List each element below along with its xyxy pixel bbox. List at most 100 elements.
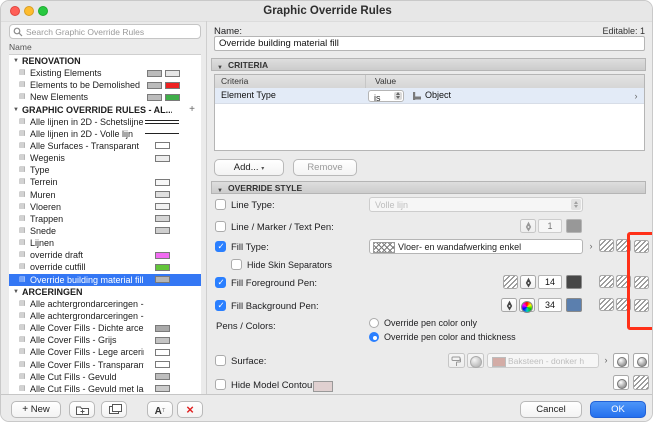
list-item[interactable]: ▤ Vloeren [9,201,201,213]
fill-background-pen-checkbox[interactable] [215,300,226,311]
new-rule-button[interactable]: + New [11,401,61,418]
list-item[interactable]: ▤ override cutfill [9,261,201,273]
radio-pen-color-thickness-label[interactable]: Override pen color and thickness [384,332,516,342]
fill-type-select[interactable]: Vloer- en wandafwerking enkel [369,239,583,254]
disclosure-triangle-icon[interactable]: ▼ [13,286,19,298]
list-group-header[interactable]: ▼ RENOVATION [9,55,201,67]
disclosure-triangle-icon[interactable]: ▼ [13,55,19,67]
fill-pickup-icon-button[interactable] [616,298,631,311]
list-item[interactable]: ▤ Wegenis [9,152,201,164]
surface-sphere-button[interactable] [467,353,484,368]
list-item[interactable]: ▤ Alle Cover Fills - Dichte arcering [9,322,201,334]
line-pen-number-field[interactable]: 1 [538,219,562,233]
list-item[interactable]: ▤ Alle Cover Fills - Transparant [9,359,201,371]
hide-skin-separators-checkbox[interactable] [231,259,242,270]
drill-arrow-icon[interactable]: › [630,89,642,103]
fill-type-checkbox[interactable] [215,241,226,252]
list-item[interactable]: ▤ Lijnen [9,237,201,249]
remove-criteria-button[interactable]: Remove [293,159,357,176]
search-input[interactable] [9,24,201,39]
fill-override-highlighted-icon-button[interactable] [634,240,649,253]
line-pen-color-swatch[interactable] [566,219,582,233]
rule-name-input[interactable] [214,36,645,51]
criteria-section-header[interactable]: ▼ CRITERIA [211,58,646,71]
pen-picker-button[interactable] [520,275,536,289]
fill-transfer-icon-button[interactable] [599,275,614,288]
list-item[interactable]: ▤ Alle achtergrondarceringen - Wind... [9,310,201,322]
drill-arrow-icon[interactable]: › [585,241,597,251]
list-item[interactable]: ▤ Alle Cover Fills - Grijs [9,334,201,346]
list-item[interactable]: ▤ Trappen [9,213,201,225]
list-item[interactable]: ▤ Snede [9,225,201,237]
list-item[interactable]: ▤ Alle achtergrondarceringen - Trans... [9,298,201,310]
fill-foreground-pen-color-swatch[interactable] [566,275,582,289]
add-criteria-button[interactable]: Add... ▾ [214,159,284,176]
contour-pickup-icon-button[interactable] [633,375,649,390]
pen-picker-button[interactable] [520,219,536,233]
disclosure-triangle-icon[interactable]: ▼ [13,104,19,116]
list-item[interactable]: ▤ Alle Surfaces - Transparant [9,140,201,152]
list-item[interactable]: ▤ Alle lijnen in 2D - Schetslijnen [9,116,201,128]
fill-background-pen-color-swatch[interactable] [566,298,582,312]
fill-foreground-pen-number-field[interactable]: 14 [538,275,562,289]
name-column-header[interactable]: Name [9,42,201,53]
new-folder-button[interactable] [69,401,95,418]
rules-list: ▼ RENOVATION ▤ Existing Elements ▤ Elements t… [9,54,201,396]
line-type-select[interactable]: Volle lijn [369,197,583,212]
list-item[interactable]: ▤ Type [9,164,201,176]
fill-foreground-pen-checkbox[interactable] [215,277,226,288]
list-item[interactable]: ▤ Muren [9,189,201,201]
fill-swatch [155,263,170,271]
delete-icon: × [186,402,194,417]
list-item[interactable]: ▤ Existing Elements [9,67,201,79]
radio-pen-color-only-label[interactable]: Override pen color only [384,318,477,328]
list-item[interactable]: ▤ Terrein [9,176,201,188]
ok-button[interactable]: OK [590,401,646,418]
surface-select[interactable]: Baksteen - donker halfsteens [487,353,599,368]
criteria-field: Element Type [221,90,276,100]
rule-icon: ▤ [19,239,26,247]
contour-transfer-icon-button[interactable] [613,375,629,390]
add-rule-icon[interactable]: + [189,104,195,116]
radio-pen-color-thickness[interactable] [369,332,379,342]
pen-picker-button[interactable] [501,298,517,312]
fill-transfer-icon-button[interactable] [599,298,614,311]
list-item[interactable]: ▤ override draft [9,249,201,261]
fill-background-pen-number-field[interactable]: 34 [538,298,562,312]
override-style-section-header[interactable]: ▼ OVERRIDE STYLE [211,181,646,194]
list-item[interactable]: ▤ Alle Cut Fills - Gevuld [9,371,201,383]
radio-pen-color-only[interactable] [369,318,379,328]
fill-pickup-icon-button[interactable] [616,239,631,252]
fill-swatch [155,227,170,235]
surface-checkbox[interactable] [215,355,226,366]
list-item[interactable]: ▤ Elements to be Demolished [9,79,201,91]
list-item[interactable]: ▤ Alle lijnen in 2D - Volle lijn [9,128,201,140]
criteria-row[interactable]: Element Type is Object › [215,88,644,104]
foreground-hatch-icon-button[interactable] [503,275,518,289]
list-group-header[interactable]: ▼ GRAPHIC OVERRIDE RULES - AL... + [9,104,201,116]
list-group-header[interactable]: ▼ ARCERINGEN [9,286,201,298]
fill-override-highlighted-icon-button[interactable] [634,299,649,312]
list-item[interactable]: ▤ Override building material fill [9,273,201,286]
paint-roller-button[interactable] [448,353,465,368]
fill-transfer-icon-button[interactable] [599,239,614,252]
fill-override-highlighted-icon-button[interactable] [634,276,649,289]
drill-arrow-icon[interactable]: › [601,355,611,365]
fill-pickup-icon-button[interactable] [616,275,631,288]
rule-icon: ▤ [19,360,26,368]
list-item[interactable]: ▤ Alle Cover Fills - Lege arcering [9,346,201,358]
surface-transfer-icon-button[interactable] [613,353,629,368]
hide-model-contours-checkbox[interactable] [215,379,226,390]
duplicate-button[interactable] [101,401,127,418]
operator-select[interactable]: is [368,89,404,103]
list-item[interactable]: ▤ New Elements [9,91,201,103]
rename-button[interactable]: Aᵀ [147,401,173,418]
delete-button[interactable]: × [177,401,203,418]
collapse-triangle-icon: ▼ [217,188,223,194]
line-pen-checkbox[interactable] [215,221,226,232]
surface-pickup-icon-button[interactable] [633,353,649,368]
cancel-button[interactable]: Cancel [520,401,582,418]
rule-label: Alle achtergrondarceringen - Wind... [30,310,144,321]
line-type-checkbox[interactable] [215,199,226,210]
color-picker-button[interactable] [519,298,535,313]
